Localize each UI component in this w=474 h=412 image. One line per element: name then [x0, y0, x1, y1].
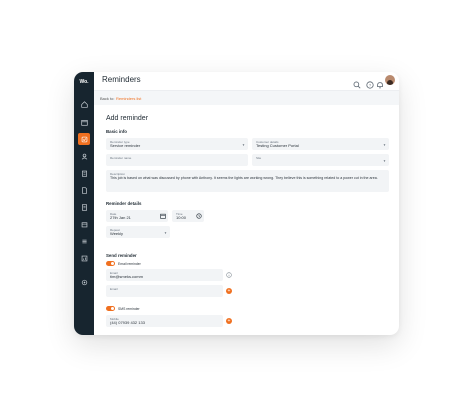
email-reminder-label: Email reminder	[118, 261, 141, 266]
calendar-icon[interactable]	[80, 118, 88, 126]
send-reminder-heading: Send reminder	[106, 253, 137, 258]
app-window: Wo. Reminders ? Back to: Reminders list …	[74, 72, 399, 335]
description-value: This job is based on what was discussed …	[110, 176, 378, 180]
invoice-icon[interactable]	[80, 203, 88, 211]
email-field-2[interactable]: Email	[106, 285, 223, 297]
avatar[interactable]	[385, 75, 395, 85]
time-field[interactable]: Time 10:00	[172, 210, 204, 222]
settings-icon[interactable]	[80, 278, 88, 286]
search-icon[interactable]	[353, 76, 361, 89]
mobile-value: (44) 07939 432 133	[110, 320, 145, 325]
chevron-down-icon: ▼	[164, 231, 167, 235]
email-reminder-toggle[interactable]	[106, 261, 115, 266]
basic-info-heading: Basic info	[106, 129, 127, 134]
email-1-value: tim@smeks.comm	[110, 274, 143, 279]
repeat-value: Weekly	[110, 231, 124, 236]
email-field-1[interactable]: Email tim@smeks.comm	[106, 269, 223, 281]
form-title: Add reminder	[106, 115, 149, 122]
date-field[interactable]: Date 27th Jan 21	[106, 210, 168, 222]
date-value: 27th Jan 21	[110, 215, 131, 220]
breadcrumb: Back to: Reminders list	[94, 91, 399, 105]
chevron-down-icon: ▼	[383, 159, 386, 163]
help-icon[interactable]: ?	[366, 76, 374, 89]
sms-reminder-label: SMS reminder	[118, 306, 140, 311]
top-bar: Reminders ?	[94, 72, 399, 91]
site-select[interactable]: Site ▼	[252, 154, 389, 166]
reminder-form: Add reminder Basic info Reminder type Se…	[106, 110, 389, 335]
breadcrumb-prefix: Back to:	[100, 96, 115, 101]
add-email-button[interactable]: +	[226, 288, 232, 294]
sms-reminder-toggle[interactable]	[106, 306, 115, 311]
home-icon[interactable]	[80, 100, 88, 108]
email-2-label: Email	[110, 286, 118, 291]
customer-details-select[interactable]: Customer details Testing Customer Portal…	[252, 138, 389, 150]
bell-icon[interactable]	[376, 76, 384, 89]
app-logo: Wo.	[79, 79, 89, 85]
svg-text:?: ?	[369, 83, 372, 88]
customer-details-value: Testing Customer Portal	[256, 143, 299, 148]
chevron-down-icon: ▼	[242, 143, 245, 147]
reminder-name-field[interactable]: Reminder name	[106, 154, 248, 166]
list-icon[interactable]	[80, 237, 88, 245]
site-label: Site	[256, 155, 262, 160]
repeat-select[interactable]: Repeat Weekly ▼	[106, 226, 170, 238]
reminder-details-heading: Reminder details	[106, 201, 142, 206]
chevron-down-icon: ▼	[383, 143, 386, 147]
users-icon[interactable]	[80, 152, 88, 160]
clipboard-icon[interactable]	[80, 169, 88, 177]
page-title: Reminders	[102, 75, 141, 84]
reminder-name-label: Reminder name	[110, 155, 132, 160]
add-mobile-button[interactable]: +	[226, 318, 232, 324]
calendar-icon[interactable]	[160, 213, 166, 219]
mobile-field[interactable]: Mobile (44) 07939 432 133	[106, 315, 223, 327]
description-label: Description	[110, 171, 126, 176]
time-value: 10:00	[176, 215, 187, 220]
sidebar: Wo.	[74, 72, 94, 335]
reminders-icon[interactable]	[80, 135, 88, 143]
file-icon[interactable]	[80, 186, 88, 194]
clock-icon[interactable]	[196, 213, 202, 219]
breadcrumb-link[interactable]: Reminders list	[116, 96, 141, 101]
box-icon[interactable]	[80, 220, 88, 228]
description-field[interactable]: Description This job is based on what wa…	[106, 170, 389, 192]
chart-icon[interactable]	[80, 254, 88, 262]
reminder-type-select[interactable]: Reminder type Service reminder ▼	[106, 138, 248, 150]
info-icon[interactable]	[226, 272, 232, 278]
reminder-type-value: Service reminder	[110, 143, 141, 148]
